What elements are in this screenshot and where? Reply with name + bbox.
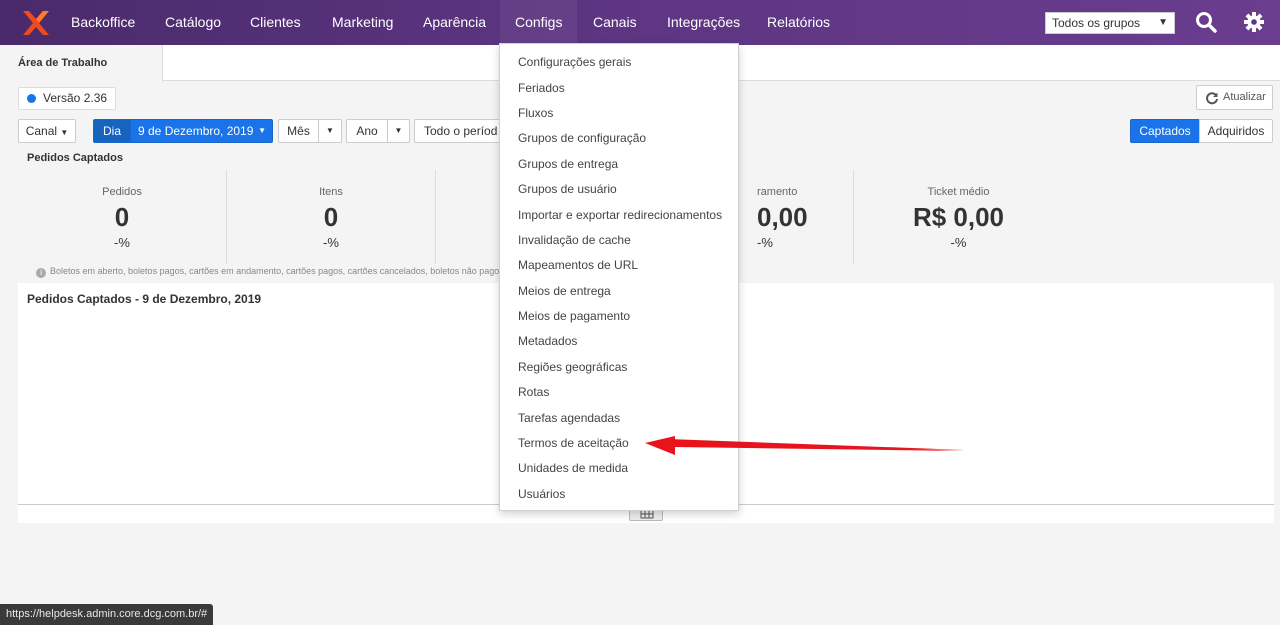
nav-aparencia[interactable]: Aparência bbox=[423, 0, 486, 45]
ano-button[interactable]: Ano bbox=[346, 119, 388, 143]
menu-item-feriados[interactable]: Feriados bbox=[518, 81, 565, 95]
menu-item-grupos-de-configuracao[interactable]: Grupos de configuração bbox=[518, 131, 646, 145]
menu-item-grupos-de-usuario[interactable]: Grupos de usuário bbox=[518, 182, 617, 196]
tab-area-de-trabalho[interactable]: Área de Trabalho bbox=[0, 45, 163, 82]
nav-backoffice[interactable]: Backoffice bbox=[71, 0, 135, 45]
stat-ticket-medio: Ticket médio R$ 0,00 -% bbox=[854, 170, 1063, 264]
section-title: Pedidos Captados bbox=[27, 152, 123, 164]
version-badge: Versão 2.36 bbox=[18, 87, 117, 110]
nav-configs[interactable]: Configs bbox=[500, 0, 578, 45]
status-note: i Boletos em aberto, boletos pagos, cartõ… bbox=[36, 266, 501, 278]
caret-down-icon: ▼ bbox=[60, 128, 69, 137]
refresh-label: Atualizar bbox=[1223, 91, 1266, 103]
menu-item-metadados[interactable]: Metadados bbox=[518, 334, 577, 348]
ano-caret-icon[interactable]: ▼ bbox=[387, 119, 410, 143]
dia-button[interactable]: Dia bbox=[93, 119, 131, 143]
menu-item-configuracoes-gerais[interactable]: Configurações gerais bbox=[518, 55, 631, 69]
todo-periodo-button[interactable]: Todo o períod bbox=[414, 119, 500, 143]
stat-value: 0 bbox=[323, 202, 339, 232]
nav-marketing[interactable]: Marketing bbox=[332, 0, 393, 45]
stat-percent: -% bbox=[950, 235, 967, 250]
menu-item-meios-de-entrega[interactable]: Meios de entrega bbox=[518, 284, 611, 298]
nav-clientes[interactable]: Clientes bbox=[250, 0, 301, 45]
stat-label: Ticket médio bbox=[927, 186, 990, 198]
stat-value: R$ 0,00 bbox=[912, 202, 1005, 232]
refresh-icon bbox=[1206, 92, 1218, 105]
nav-canais[interactable]: Canais bbox=[593, 0, 637, 45]
menu-item-fluxos[interactable]: Fluxos bbox=[518, 106, 553, 120]
menu-item-regioes-geograficas[interactable]: Regiões geográficas bbox=[518, 360, 627, 374]
menu-item-termos-de-aceitacao[interactable]: Termos de aceitação bbox=[518, 436, 629, 450]
browser-status-url: https://helpdesk.admin.core.dcg.com.br/# bbox=[0, 604, 214, 625]
note-text: Boletos em aberto, boletos pagos, cartõe… bbox=[50, 266, 501, 276]
captados-toggle[interactable]: Captados bbox=[1130, 119, 1200, 143]
stat-percent: -% bbox=[323, 235, 339, 250]
date-picker[interactable]: 9 de Dezembro, 2019 ▼ bbox=[130, 119, 273, 143]
group-select-value: Todos os grupos bbox=[1052, 16, 1141, 30]
version-label: Versão 2.36 bbox=[43, 91, 108, 105]
menu-item-unidades-de-medida[interactable]: Unidades de medida bbox=[518, 461, 628, 475]
menu-item-rotas[interactable]: Rotas bbox=[518, 385, 549, 399]
menu-item-usuarios[interactable]: Usuários bbox=[518, 487, 565, 501]
stat-itens: Itens 0 -% bbox=[227, 170, 436, 264]
menu-item-invalidacao-de-cache[interactable]: Invalidação de cache bbox=[518, 233, 631, 247]
top-navbar: Backoffice Catálogo Clientes Marketing A… bbox=[0, 0, 1280, 45]
configs-dropdown-menu: Configurações gerais Feriados Fluxos Gru… bbox=[499, 43, 739, 511]
canal-label: Canal bbox=[25, 124, 58, 138]
nav-catalogo[interactable]: Catálogo bbox=[165, 0, 221, 45]
menu-item-meios-de-pagamento[interactable]: Meios de pagamento bbox=[518, 309, 630, 323]
logo-icon[interactable] bbox=[20, 8, 50, 38]
stat-value: 0 bbox=[114, 202, 130, 232]
stat-percent: -% bbox=[114, 235, 130, 250]
menu-item-importar-exportar-redirecionamentos[interactable]: Importar e exportar redirecionamentos bbox=[518, 208, 722, 222]
menu-item-grupos-de-entrega[interactable]: Grupos de entrega bbox=[518, 157, 618, 171]
nav-relatorios[interactable]: Relatórios bbox=[767, 0, 830, 45]
canal-dropdown[interactable]: Canal ▼ bbox=[18, 119, 76, 143]
group-select[interactable]: Todos os grupos ▼ bbox=[1045, 12, 1175, 34]
search-icon[interactable] bbox=[1195, 11, 1217, 33]
date-value: 9 de Dezembro, 2019 bbox=[138, 124, 254, 138]
adquiridos-toggle[interactable]: Adquiridos bbox=[1199, 119, 1273, 143]
caret-down-icon: ▼ bbox=[258, 126, 266, 135]
mes-caret-icon[interactable]: ▼ bbox=[318, 119, 342, 143]
stat-pedidos: Pedidos 0 -% bbox=[18, 170, 227, 264]
refresh-button[interactable]: Atualizar bbox=[1196, 85, 1273, 110]
stat-label: Pedidos bbox=[102, 186, 142, 198]
nav-integracoes[interactable]: Integrações bbox=[667, 0, 740, 45]
gear-icon[interactable] bbox=[1243, 11, 1265, 33]
menu-item-mapeamentos-de-url[interactable]: Mapeamentos de URL bbox=[518, 258, 638, 272]
info-icon: i bbox=[36, 268, 46, 278]
stat-label: Itens bbox=[319, 186, 343, 198]
panel-title: Pedidos Captados - 9 de Dezembro, 2019 bbox=[27, 292, 262, 306]
status-dot-icon bbox=[27, 94, 36, 103]
mes-button[interactable]: Mês bbox=[278, 119, 319, 143]
chevron-down-icon: ▼ bbox=[1158, 17, 1168, 28]
menu-item-tarefas-agendadas[interactable]: Tarefas agendadas bbox=[518, 411, 620, 425]
